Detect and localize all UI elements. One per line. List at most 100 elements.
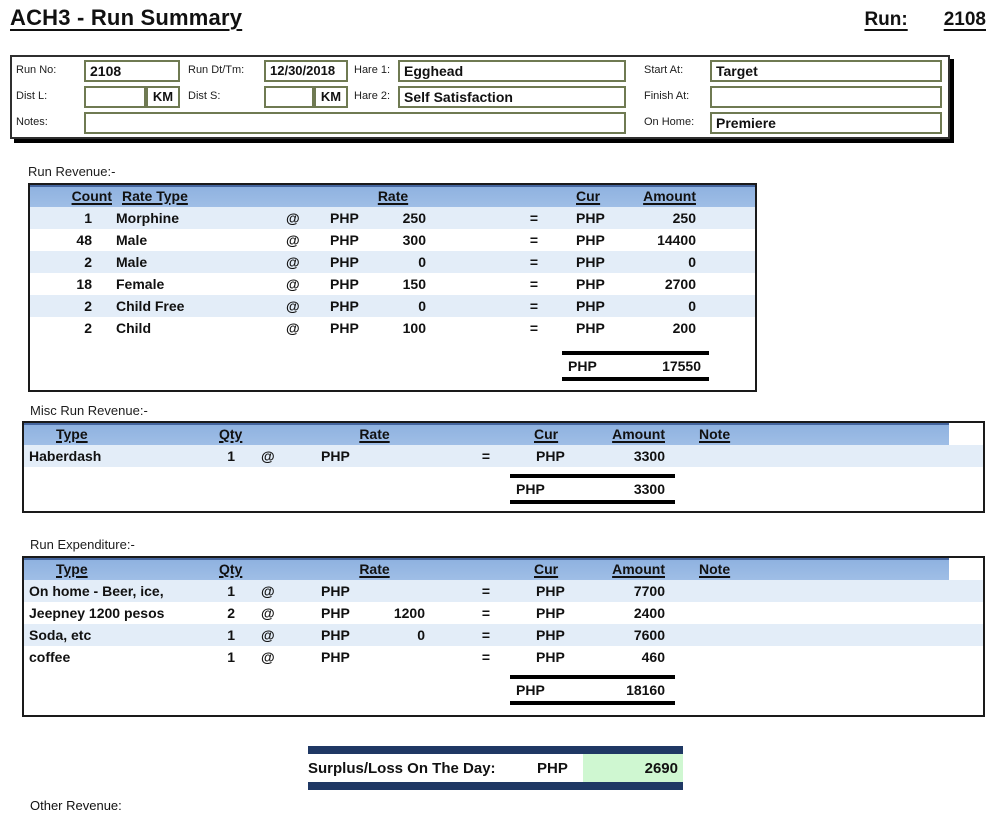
qty-cell: 1	[219, 649, 239, 665]
type-cell: Child	[114, 320, 286, 336]
type-cell: Jeepney 1200 pesos	[24, 605, 219, 621]
hare1-label: Hare 1:	[354, 64, 390, 76]
equals-cell: =	[429, 649, 494, 665]
cur-cell: PHP	[546, 276, 608, 292]
amount-cell: 7700	[579, 583, 669, 599]
amount-cell: 0	[608, 298, 698, 314]
page-title: ACH3 - Run Summary	[10, 5, 242, 31]
surplus-label: Surplus/Loss On The Day:	[308, 754, 537, 782]
rate-cell: 0	[349, 627, 429, 643]
expenditure-section-label: Run Expenditure:-	[30, 537, 135, 552]
rate-cur-cell: PHP	[284, 583, 349, 599]
hare2-label: Hare 2:	[354, 90, 390, 102]
type-cell: On home - Beer, ice,	[24, 583, 219, 599]
amount-cell: 3300	[579, 448, 669, 464]
column-header-rate: Rate	[284, 561, 429, 577]
table-row: coffee 1 @ PHP = PHP 460	[24, 646, 983, 668]
count-cell: 1	[30, 210, 114, 226]
at-cell: @	[239, 627, 284, 643]
on-home-field[interactable]: Premiere	[710, 112, 942, 134]
column-header-rate-type: Rate Type	[114, 188, 286, 204]
table-row: On home - Beer, ice, 1 @ PHP = PHP 7700	[24, 580, 983, 602]
rate-cur-cell: PHP	[330, 232, 370, 248]
dist-l-unit: KM	[146, 86, 180, 108]
equals-cell: =	[426, 320, 546, 336]
misc-revenue-section-label: Misc Run Revenue:-	[30, 403, 148, 418]
rate-cell: 0	[370, 254, 426, 270]
column-header-amount: Amount	[579, 426, 669, 442]
table-row: 48 Male @ PHP 300 = PHP 14400	[30, 229, 755, 251]
equals-cell: =	[429, 448, 494, 464]
finish-at-field[interactable]	[710, 86, 942, 108]
run-revenue-section-label: Run Revenue:-	[28, 164, 115, 179]
rate-cur-cell: PHP	[284, 627, 349, 643]
surplus-top-bar	[308, 746, 683, 754]
rate-cell: 0	[370, 298, 426, 314]
notes-field[interactable]	[84, 112, 626, 134]
at-cell: @	[239, 649, 284, 665]
surplus-cur: PHP	[537, 754, 583, 782]
qty-cell: 1	[219, 627, 239, 643]
dist-l-field[interactable]	[84, 86, 146, 108]
dist-s-field[interactable]	[264, 86, 314, 108]
type-cell: Male	[114, 232, 286, 248]
qty-cell: 2	[219, 605, 239, 621]
at-cell: @	[239, 448, 284, 464]
equals-cell: =	[426, 232, 546, 248]
dist-l-label: Dist L:	[16, 90, 47, 102]
run-dttm-label: Run Dt/Tm:	[188, 64, 244, 76]
expenditure-header-row: Type Qty Rate Cur Amount Note	[24, 558, 949, 580]
amount-cell: 2400	[579, 605, 669, 621]
column-header-cur: Cur	[494, 561, 579, 577]
cur-cell: PHP	[546, 254, 608, 270]
table-row: Haberdash 1 @ PHP = PHP 3300	[24, 445, 983, 467]
type-cell: Soda, etc	[24, 627, 219, 643]
run-no-field[interactable]: 2108	[84, 60, 180, 82]
expenditure-total: PHP 18160	[510, 675, 675, 705]
cur-cell: PHP	[494, 605, 579, 621]
misc-revenue-header-row: Type Qty Rate Cur Amount Note	[24, 423, 949, 445]
total-amount: 18160	[626, 682, 665, 698]
rate-cur-cell: PHP	[330, 298, 370, 314]
table-row: Jeepney 1200 pesos 2 @ PHP 1200 = PHP 24…	[24, 602, 983, 624]
amount-cell: 7600	[579, 627, 669, 643]
rate-cur-cell: PHP	[284, 649, 349, 665]
column-header-type: Type	[24, 426, 219, 442]
expenditure-table: Type Qty Rate Cur Amount Note On home - …	[22, 556, 985, 717]
cur-cell: PHP	[494, 649, 579, 665]
column-header-rate: Rate	[284, 426, 429, 442]
at-cell: @	[239, 583, 284, 599]
other-revenue-section-label: Other Revenue:	[30, 798, 122, 813]
hare1-field[interactable]: Egghead	[398, 60, 626, 82]
rate-cur-cell: PHP	[330, 210, 370, 226]
run-dttm-field[interactable]: 12/30/2018	[264, 60, 348, 82]
rate-cur-cell: PHP	[284, 605, 349, 621]
count-cell: 48	[30, 232, 114, 248]
equals-cell: =	[426, 210, 546, 226]
start-at-label: Start At:	[644, 64, 683, 76]
table-row: 2 Male @ PHP 0 = PHP 0	[30, 251, 755, 273]
amount-cell: 2700	[608, 276, 698, 292]
start-at-field[interactable]: Target	[710, 60, 942, 82]
column-header-cur: Cur	[494, 426, 579, 442]
dist-s-label: Dist S:	[188, 90, 220, 102]
table-row: Soda, etc 1 @ PHP 0 = PHP 7600	[24, 624, 983, 646]
total-amount: 17550	[662, 358, 701, 374]
type-cell: Female	[114, 276, 286, 292]
at-cell: @	[239, 605, 284, 621]
rate-cur-cell: PHP	[330, 254, 370, 270]
run-label: Run:	[864, 9, 907, 31]
count-cell: 2	[30, 320, 114, 336]
hare2-field[interactable]: Self Satisfaction	[398, 86, 626, 108]
column-header-note: Note	[669, 561, 949, 577]
cur-cell: PHP	[546, 298, 608, 314]
type-cell: Male	[114, 254, 286, 270]
amount-cell: 14400	[608, 232, 698, 248]
misc-revenue-table: Type Qty Rate Cur Amount Note Haberdash …	[22, 421, 985, 513]
cur-cell: PHP	[546, 210, 608, 226]
amount-cell: 0	[608, 254, 698, 270]
surplus-amount: 2690	[583, 754, 683, 782]
run-revenue-total: PHP 17550	[562, 351, 709, 381]
qty-cell: 1	[219, 448, 239, 464]
cur-cell: PHP	[546, 232, 608, 248]
